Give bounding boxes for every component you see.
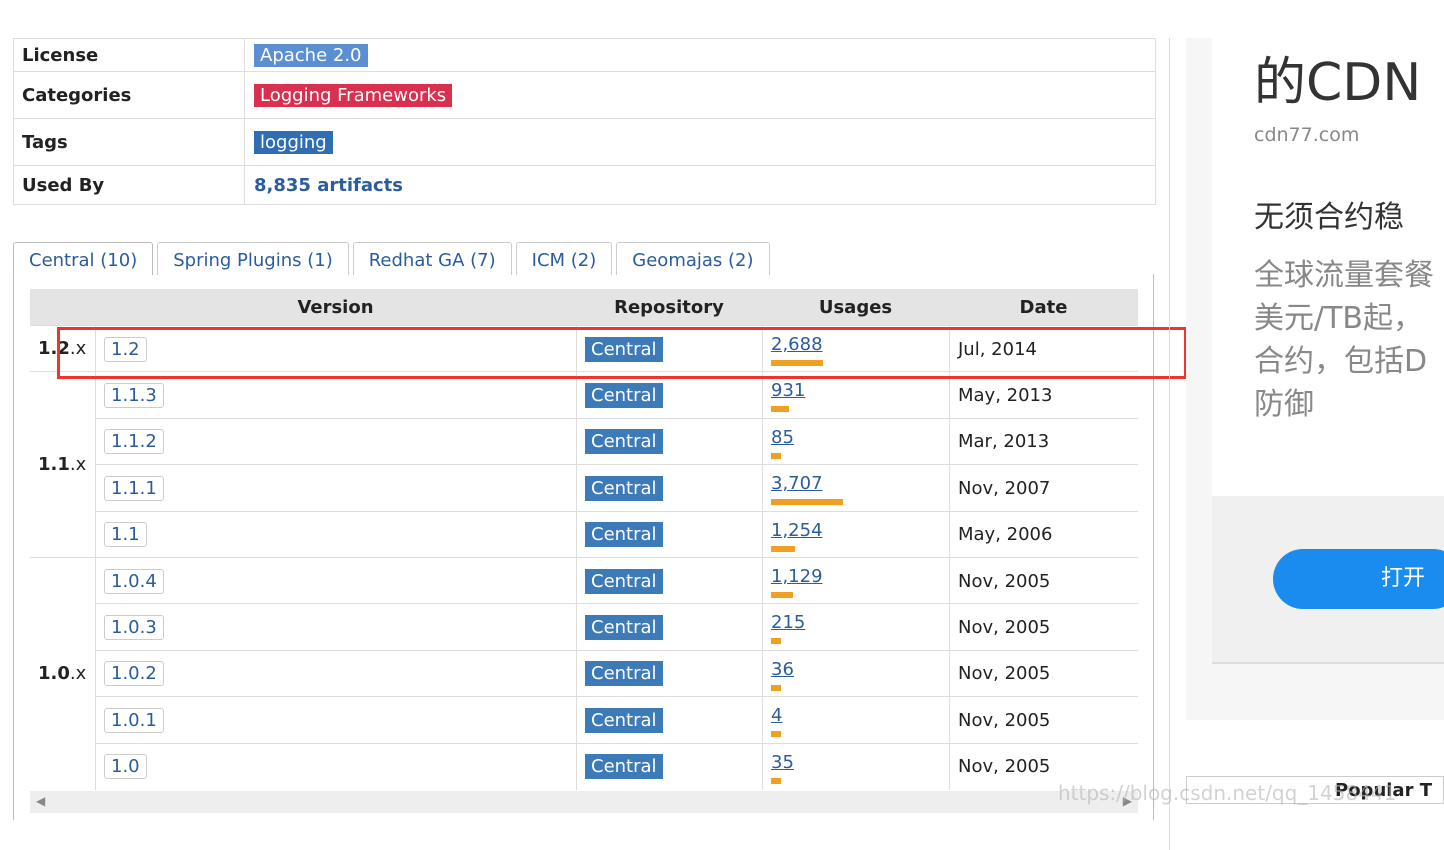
version-link[interactable]: 1.1.2 xyxy=(104,429,164,455)
table-row: 1.0.4 Central 1,129 Nov, 2005 xyxy=(95,557,1138,604)
highlight-box xyxy=(57,327,1187,379)
release-date: Mar, 2013 xyxy=(949,418,1138,465)
table-row: 1.0.1 Central 4 Nov, 2005 xyxy=(95,696,1138,744)
table-row: 1.1 Central 1,254 May, 2006 xyxy=(95,510,1138,558)
usage-bar xyxy=(771,731,781,738)
categories-row: Categories Logging Frameworks xyxy=(14,71,1155,118)
version-group-suffix: .x xyxy=(69,663,87,684)
usage-bar xyxy=(771,684,781,691)
used-by-row: Used By 8,835 artifacts xyxy=(14,165,1155,204)
tags-row: Tags logging xyxy=(14,118,1155,165)
usage-bar xyxy=(771,638,781,645)
repository-badge[interactable]: Central xyxy=(585,754,663,780)
date-header: Date xyxy=(1019,296,1068,318)
used-by-label: Used By xyxy=(14,166,245,204)
version-link[interactable]: 1.0.3 xyxy=(104,614,164,640)
table-row: 1.1.1 Central 3,707 Nov, 2007 xyxy=(95,464,1138,512)
repository-badge[interactable]: Central xyxy=(585,429,663,455)
ad-domain: cdn77.com xyxy=(1254,124,1360,146)
column-divider xyxy=(1169,38,1170,850)
usages-link[interactable]: 36 xyxy=(771,659,794,680)
table-row: 1.0.2 Central 36 Nov, 2005 xyxy=(95,649,1138,697)
artifact-info-table: License Apache 2.0 Categories Logging Fr… xyxy=(13,38,1156,205)
license-label: License xyxy=(14,39,245,71)
usages-link[interactable]: 85 xyxy=(771,427,794,448)
license-row: License Apache 2.0 xyxy=(14,38,1155,71)
categories-label: Categories xyxy=(14,72,245,118)
usage-bar xyxy=(771,499,843,506)
version-link[interactable]: 1.1.3 xyxy=(104,382,164,408)
version-group-label: 1.1 .x xyxy=(30,371,95,557)
version-header: Version xyxy=(297,296,374,318)
release-date: Nov, 2007 xyxy=(949,465,1138,512)
usage-bar xyxy=(771,406,789,413)
usage-bar xyxy=(771,545,795,552)
tab-central[interactable]: Central (10) xyxy=(13,242,154,275)
table-row: 1.1.2 Central 85 Mar, 2013 xyxy=(95,417,1138,465)
version-group-label: 1.0 .x xyxy=(30,557,95,789)
version-link[interactable]: 1.0.2 xyxy=(104,661,164,687)
ad-open-button[interactable]: 打开 xyxy=(1273,549,1444,609)
version-link[interactable]: 1.1 xyxy=(104,522,147,548)
repository-badge[interactable]: Central xyxy=(585,522,663,548)
repository-badge[interactable]: Central xyxy=(585,707,663,733)
usages-link[interactable]: 1,129 xyxy=(771,566,823,587)
usage-bar xyxy=(771,592,793,598)
tag-badge[interactable]: logging xyxy=(254,130,333,154)
usages-header: Usages xyxy=(818,296,893,318)
release-date: May, 2006 xyxy=(949,511,1138,558)
repository-badge[interactable]: Central xyxy=(585,661,663,687)
used-by-link[interactable]: 8,835 artifacts xyxy=(254,175,403,196)
version-link[interactable]: 1.0.1 xyxy=(104,707,164,733)
repository-badge[interactable]: Central xyxy=(585,382,663,408)
ad-subtitle: 无须合约稳 xyxy=(1254,200,1404,235)
ad-body: 全球流量套餐 美元/TB起， 合约，包括D 防御 xyxy=(1254,258,1434,422)
versions-grid: Version Repository Usages Date 1.2 Centra… xyxy=(30,289,1138,790)
usages-link[interactable]: 35 xyxy=(771,752,794,773)
version-group-major: 1.1 xyxy=(38,454,70,476)
repository-tabs: Central (10) Spring Plugins (1) Redhat G… xyxy=(13,242,774,275)
usage-bar xyxy=(771,452,781,459)
tags-label: Tags xyxy=(14,119,245,165)
license-badge[interactable]: Apache 2.0 xyxy=(254,43,368,67)
grid-header: Version Repository Usages Date xyxy=(30,289,1138,325)
usages-link[interactable]: 4 xyxy=(771,705,782,726)
watermark: https://blog.csdn.net/qq_1458441 xyxy=(1058,781,1397,805)
version-group-major: 1.0 xyxy=(38,663,70,684)
version-group-suffix: .x xyxy=(69,454,87,476)
version-link[interactable]: 1.0.4 xyxy=(104,568,164,594)
release-date: Nov, 2005 xyxy=(949,697,1138,744)
scroll-left-icon[interactable]: ◀ xyxy=(36,794,45,808)
repository-badge[interactable]: Central xyxy=(585,568,663,594)
category-badge[interactable]: Logging Frameworks xyxy=(254,83,453,107)
usages-link[interactable]: 215 xyxy=(771,612,805,633)
version-link[interactable]: 1.1.1 xyxy=(104,475,164,501)
ad-title: 的CDN xyxy=(1254,53,1422,113)
release-date: Nov, 2005 xyxy=(949,650,1138,697)
usages-link[interactable]: 931 xyxy=(771,380,805,401)
release-date: Nov, 2005 xyxy=(949,558,1138,604)
usage-bar xyxy=(771,777,781,784)
horizontal-scrollbar[interactable]: ◀ ▶ xyxy=(30,791,1138,813)
tab-spring-plugins[interactable]: Spring Plugins (1) xyxy=(157,242,349,275)
repository-header: Repository xyxy=(614,296,724,318)
table-row: 1.0 Central 35 Nov, 2005 xyxy=(95,742,1138,790)
usages-link[interactable]: 1,254 xyxy=(771,520,823,541)
tab-icm[interactable]: ICM (2) xyxy=(515,242,613,275)
version-link[interactable]: 1.0 xyxy=(104,754,147,780)
tab-geomajas[interactable]: Geomajas (2) xyxy=(616,242,770,275)
release-date: May, 2013 xyxy=(949,372,1138,419)
tab-redhat-ga[interactable]: Redhat GA (7) xyxy=(352,242,512,275)
release-date: Nov, 2005 xyxy=(949,604,1138,651)
repository-badge[interactable]: Central xyxy=(585,614,663,640)
table-row: 1.0.3 Central 215 Nov, 2005 xyxy=(95,603,1138,651)
repository-badge[interactable]: Central xyxy=(585,475,663,501)
usages-link[interactable]: 3,707 xyxy=(771,473,823,494)
